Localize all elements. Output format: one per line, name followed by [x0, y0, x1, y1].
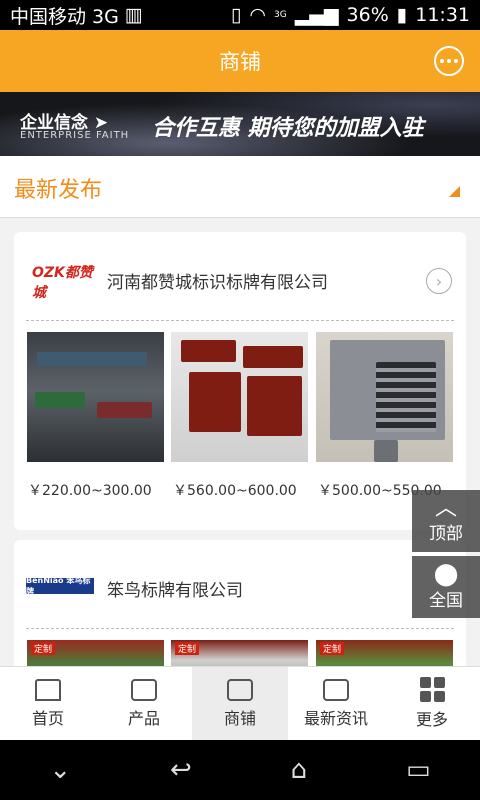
carrier-label: 中国移动 3G: [10, 5, 119, 28]
battery-level: 36%: [346, 4, 389, 26]
sign-shape: [376, 362, 436, 432]
page-title: 商铺: [219, 50, 261, 74]
sign-shape: [181, 340, 236, 362]
divider: [26, 628, 454, 629]
tab-label: 首页: [31, 708, 64, 728]
section-title: 最新发布: [14, 178, 103, 203]
shop-name[interactable]: 河南都赞城标识标牌有限公司: [107, 268, 328, 293]
back-icon[interactable]: ↩: [170, 755, 192, 785]
shop-card[interactable]: BenNiao 笨鸟标牌 笨鸟标牌有限公司 定制 定制 定制: [14, 540, 466, 680]
home-nav-icon[interactable]: ⌂: [291, 755, 308, 785]
home-icon: [35, 678, 61, 701]
dropdown-triangle-icon[interactable]: [449, 186, 460, 197]
location-pin-icon: ⬤: [433, 561, 459, 587]
divider: [26, 320, 454, 321]
banner-slogan: 合作互惠 期待您的加盟入驻: [152, 116, 424, 141]
bottom-tab-bar: 首页 产品 商铺 最新资讯 更多: [0, 666, 480, 740]
product-image[interactable]: [27, 332, 164, 462]
shop-logo: BenNiao 笨鸟标牌: [26, 576, 94, 596]
sign-shape: [97, 402, 152, 418]
sign-shape: [247, 376, 302, 436]
sign-shape: [189, 372, 241, 432]
chat-icon[interactable]: [434, 46, 464, 76]
clock: 11:31: [415, 4, 470, 26]
vibrate-icon: ▯: [230, 4, 242, 26]
sign-shape: [243, 346, 303, 368]
latest-section-header[interactable]: 最新发布: [0, 156, 480, 218]
store-icon: [227, 678, 253, 701]
tab-label: 更多: [415, 710, 448, 729]
tab-shops[interactable]: 商铺: [192, 667, 288, 740]
shop-card[interactable]: OZK都赞城 河南都赞城标识标牌有限公司 › ￥220.00~300.00 ￥5…: [14, 232, 466, 530]
tab-home[interactable]: 首页: [0, 667, 96, 740]
product-image[interactable]: [316, 332, 453, 462]
wifi-icon: ◠: [249, 4, 266, 26]
grid-icon: [419, 677, 445, 702]
tab-news[interactable]: 最新资讯: [288, 667, 384, 740]
news-icon: [323, 678, 349, 701]
net-type: 3G: [273, 10, 287, 20]
app-header: 商铺: [0, 30, 480, 92]
sign-shape: [35, 392, 85, 408]
region-button[interactable]: ⬤ 全国: [412, 556, 480, 618]
tab-label: 产品: [127, 708, 160, 728]
banner[interactable]: 企业信念 ➤ ENTERPRISE FAITH 合作互惠 期待您的加盟入驻: [0, 92, 480, 156]
region-label: 全国: [429, 590, 463, 611]
product-price: ￥560.00~600.00: [173, 483, 297, 499]
shop-name[interactable]: 笨鸟标牌有限公司: [107, 576, 243, 601]
sign-shape: [374, 440, 398, 462]
chevron-down-icon[interactable]: ⌄: [49, 755, 71, 785]
banner-subheading: ENTERPRISE FAITH: [20, 130, 130, 141]
product-image[interactable]: [171, 332, 308, 462]
shirt-icon: [131, 678, 157, 701]
tab-label: 商铺: [223, 708, 256, 728]
tag-label: 定制: [31, 642, 56, 655]
product-price: ￥220.00~300.00: [28, 483, 152, 499]
system-nav-bar: ⌄ ↩ ⌂ ▭: [0, 740, 480, 800]
tag-label: 定制: [175, 642, 200, 655]
chevron-up-icon: ︿: [434, 495, 457, 521]
back-to-top-button[interactable]: ︿ 顶部: [412, 490, 480, 552]
tab-more[interactable]: 更多: [384, 667, 480, 740]
tab-label: 最新资讯: [303, 708, 368, 728]
tag-label: 定制: [320, 642, 345, 655]
sign-shape: [37, 352, 147, 366]
chevron-right-icon[interactable]: ›: [426, 268, 452, 294]
signal-icon: ▂▄▆: [294, 4, 339, 26]
shop-logo: OZK都赞城: [32, 265, 93, 301]
back-to-top-label: 顶部: [429, 523, 463, 544]
battery-icon: ▮: [396, 4, 408, 26]
recent-apps-icon[interactable]: ▭: [406, 755, 431, 785]
status-bar: 中国移动 3G ▥ ▯ ◠ 3G ▂▄▆ 36% ▮ 11:31: [0, 0, 480, 30]
sim-icon: ▥: [124, 4, 143, 26]
tab-products[interactable]: 产品: [96, 667, 192, 740]
